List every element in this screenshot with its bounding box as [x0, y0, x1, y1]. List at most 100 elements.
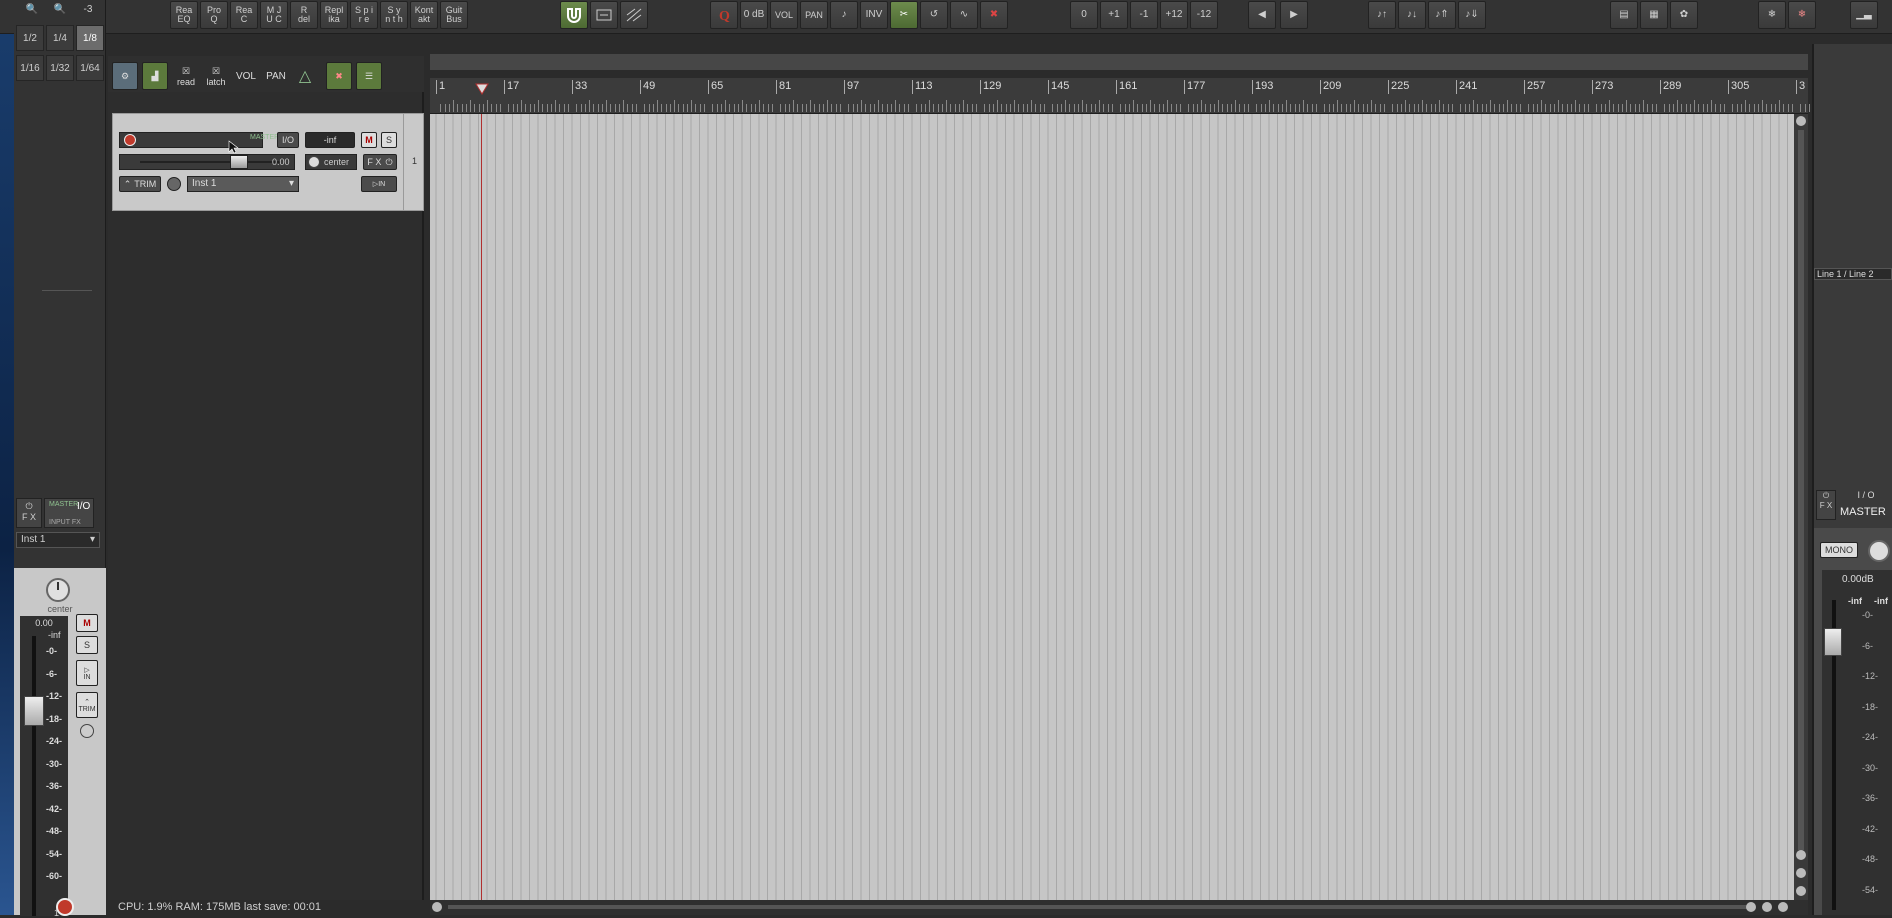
render-button[interactable]: ▤ [1610, 1, 1638, 29]
split-button[interactable]: ✂ [890, 1, 918, 29]
track-name-field[interactable]: MASTER [119, 132, 279, 148]
fx-preset-button[interactable]: Kont akt [410, 1, 438, 29]
vertical-scrollbar[interactable] [1794, 114, 1808, 900]
input-monitor-button[interactable]: ▷ IN [361, 176, 397, 192]
grid-option-button[interactable]: 1/32 [46, 55, 74, 81]
humanize-button[interactable]: ∿ [950, 1, 978, 29]
unfreeze-button[interactable]: ❄ [1788, 1, 1816, 29]
fx-preset-button[interactable]: Guit Bus [440, 1, 468, 29]
input-monitor-button[interactable]: ▷ IN [76, 660, 98, 686]
scroll-thumb-h[interactable] [448, 905, 1748, 909]
env-list-button[interactable]: ☰ [356, 62, 382, 90]
grid-option-button[interactable]: 1/2 [16, 25, 44, 51]
fx-preset-button[interactable]: M J U C [260, 1, 288, 29]
remove-env-button[interactable]: ✖ [326, 62, 352, 90]
fx-preset-button[interactable]: Rea C [230, 1, 258, 29]
trim-button[interactable]: ⌃ TRIM [76, 692, 98, 718]
prev-button[interactable]: ◀ [1248, 1, 1276, 29]
triplet-button[interactable]: -3 [74, 0, 102, 18]
octave-down-button[interactable]: ♪⇓ [1458, 1, 1486, 29]
playhead-marker[interactable] [475, 82, 489, 95]
zoom-out-button[interactable]: 🔍 [18, 0, 46, 18]
pan-env-button[interactable]: PAN [800, 1, 828, 29]
volume-slider[interactable]: 0.00 [119, 154, 295, 170]
master-volume-fader[interactable] [1824, 628, 1842, 656]
freeze-button[interactable]: ❄ [1758, 1, 1786, 29]
pan-knob[interactable] [46, 578, 70, 602]
grid-option-button[interactable]: 1/16 [16, 55, 44, 81]
transpose-button[interactable]: +12 [1160, 1, 1188, 29]
zoom-reset-h-button[interactable] [1778, 902, 1788, 912]
snap-toggle-button[interactable] [560, 1, 588, 29]
scroll-left-button[interactable] [432, 902, 442, 912]
timeline-ruler[interactable]: 1 17 33 49 65 81 97 113 129 145 161 177 193 209 225 241… [430, 78, 1861, 114]
note-up-button[interactable]: ♪↑ [1368, 1, 1396, 29]
mute-button[interactable]: M [76, 614, 98, 632]
pan-control[interactable]: center [305, 154, 357, 170]
invert-button[interactable]: INV [860, 1, 888, 29]
trim-button[interactable]: ⌃ TRIM [119, 176, 161, 192]
zoom-in-h-button[interactable] [1746, 902, 1756, 912]
track-settings-button[interactable]: ⚙ [112, 62, 138, 90]
grid-option-button[interactable]: 1/64 [76, 55, 104, 81]
zoom-reset-v-button[interactable] [1796, 886, 1806, 896]
note-down-button[interactable]: ♪↓ [1398, 1, 1426, 29]
track-name-box[interactable]: MASTER I/O INPUT FX [44, 498, 94, 528]
fx-preset-button[interactable]: Pro Q [200, 1, 228, 29]
automation-button[interactable]: ▟ [142, 62, 168, 90]
quantize-button[interactable]: Q [710, 1, 738, 29]
loop-button[interactable]: ↺ [920, 1, 948, 29]
grid-option-button[interactable]: 1/4 [46, 25, 74, 51]
master-fx-button[interactable]: ⏻ F X [1816, 490, 1836, 520]
grid-option-button[interactable]: 1/8 [76, 25, 104, 51]
record-arm-button[interactable] [124, 134, 136, 146]
master-pan-knob[interactable] [1868, 540, 1890, 562]
grid-lines-button[interactable] [620, 1, 648, 29]
solo-button[interactable]: S [76, 636, 98, 654]
volume-handle[interactable] [230, 155, 248, 169]
next-button[interactable]: ▶ [1280, 1, 1308, 29]
transpose-button[interactable]: -1 [1130, 1, 1158, 29]
arrange-view[interactable] [430, 114, 1794, 900]
read-mode-button[interactable]: ☒ read [172, 62, 200, 90]
vol-envelope-button[interactable]: VOL [232, 62, 260, 90]
zoom-in-v-button[interactable] [1796, 850, 1806, 860]
fx-preset-button[interactable]: Repl ika [320, 1, 348, 29]
note-button[interactable]: ♪ [830, 1, 858, 29]
transpose-button[interactable]: -12 [1190, 1, 1218, 29]
fx-button[interactable]: ⏻ F X [16, 498, 42, 528]
gain-button[interactable]: 0 dB [740, 1, 768, 29]
fx-button[interactable]: F X ⏻ [363, 154, 397, 170]
horizontal-scrollbar[interactable] [430, 900, 1808, 915]
vol-env-button[interactable]: VOL [770, 1, 798, 29]
pan-knob[interactable] [308, 156, 320, 168]
transpose-button[interactable]: 0 [1070, 1, 1098, 29]
track-header[interactable]: MASTER I/O -inf M S 0.00 center F X ⏻ ⌃ TR… [112, 113, 424, 211]
transpose-button[interactable]: +1 [1100, 1, 1128, 29]
latch-mode-button[interactable]: ☒ latch [202, 62, 230, 90]
pan-envelope-button[interactable]: PAN [262, 62, 290, 90]
fx-preset-button[interactable]: R del [290, 1, 318, 29]
fx-preset-button[interactable]: S p i r e [350, 1, 378, 29]
master-io-button[interactable]: I / O [1840, 490, 1892, 504]
solo-button[interactable]: S [381, 132, 397, 148]
mute-button[interactable]: M [361, 132, 377, 148]
io-button[interactable]: I/O [277, 132, 299, 148]
zoom-in-button[interactable]: 🔍 [46, 0, 74, 18]
env-shape-button[interactable]: △ [292, 62, 318, 90]
octave-up-button[interactable]: ♪⇑ [1428, 1, 1456, 29]
zoom-out-h-button[interactable] [1762, 902, 1772, 912]
delete-button[interactable]: ✖ [980, 1, 1008, 29]
zoom-out-v-button[interactable] [1796, 868, 1806, 878]
phase-button[interactable] [167, 177, 181, 191]
phase-button[interactable] [80, 724, 94, 738]
fx-preset-button[interactable]: S y n t h [380, 1, 408, 29]
scroll-thumb[interactable] [1798, 130, 1804, 850]
glue-button[interactable]: ▦ [1640, 1, 1668, 29]
volume-fader[interactable] [24, 696, 44, 726]
scroll-up-button[interactable] [1796, 116, 1806, 126]
input-select[interactable]: Inst 1 ▾ [16, 532, 100, 548]
fx-preset-button[interactable]: Rea EQ [170, 1, 198, 29]
meter-button[interactable]: ▁▃ [1850, 1, 1878, 29]
ripple-edit-button[interactable] [590, 1, 618, 29]
